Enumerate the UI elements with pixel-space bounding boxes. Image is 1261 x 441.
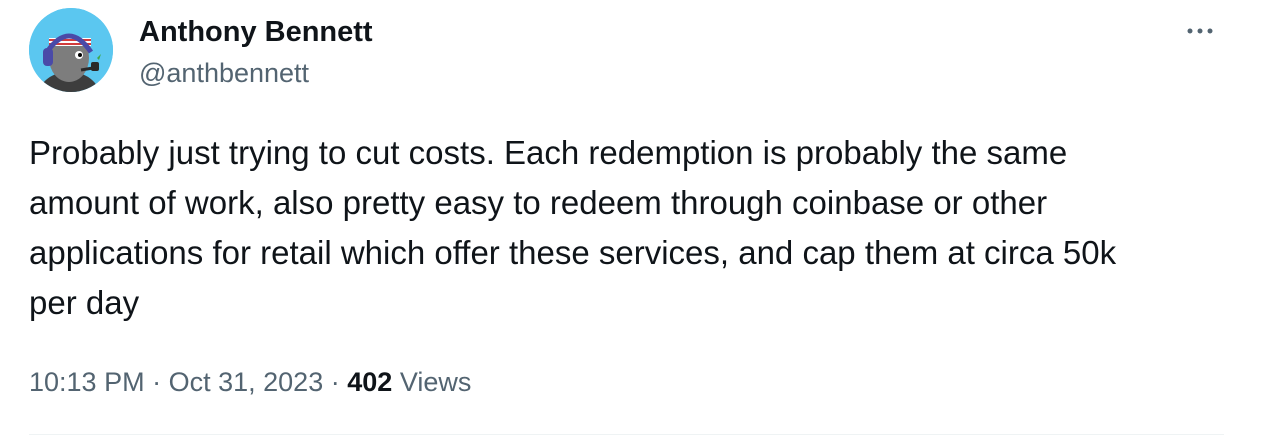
user-handle[interactable]: @anthbennett	[139, 56, 309, 90]
more-horizontal-icon	[1187, 28, 1213, 34]
meta-separator: ·	[152, 367, 162, 397]
divider	[29, 434, 1224, 435]
tweet: Anthony Bennett @anthbennett Probably ju…	[0, 0, 1261, 441]
tweet-time[interactable]: 10:13 PM	[29, 367, 145, 397]
cartoon-avatar-icon	[29, 8, 113, 92]
views-count: 402	[347, 367, 393, 397]
tweet-date[interactable]: Oct 31, 2023	[169, 367, 324, 397]
views-label: Views	[399, 367, 472, 397]
avatar[interactable]	[29, 8, 113, 92]
more-options-button[interactable]	[1180, 14, 1220, 48]
meta-separator: ·	[330, 367, 340, 397]
views-link[interactable]: 402 Views	[347, 367, 471, 397]
display-name[interactable]: Anthony Bennett	[139, 14, 373, 50]
tweet-text: Probably just trying to cut costs. Each …	[29, 134, 1117, 321]
tweet-metadata: 10:13 PM · Oct 31, 2023 · 402 Views	[29, 364, 471, 400]
